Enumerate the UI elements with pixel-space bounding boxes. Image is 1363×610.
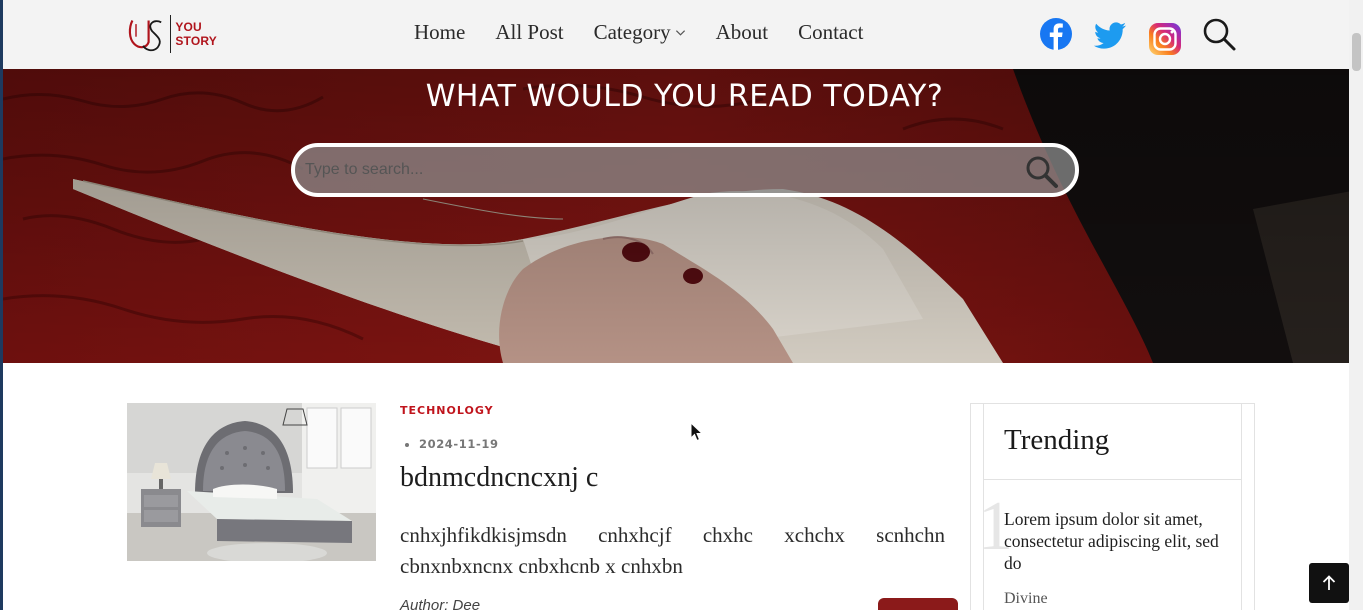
post-thumbnail[interactable] bbox=[127, 403, 376, 561]
logo-divider bbox=[170, 15, 172, 53]
nav-category[interactable]: Category bbox=[594, 20, 686, 45]
twitter-icon[interactable] bbox=[1092, 16, 1128, 56]
site-header: YOU STORY Home All Post Category About C… bbox=[3, 0, 1363, 69]
trending-item-author: Divine bbox=[1004, 590, 1048, 607]
post-category-tag[interactable]: TECHNOLOGY bbox=[400, 404, 494, 417]
nav-all-post-label: All Post bbox=[495, 20, 564, 44]
nav-about-label: About bbox=[715, 20, 769, 44]
logo-text: YOU STORY bbox=[175, 20, 217, 48]
post-author: Author: Dee bbox=[400, 597, 481, 610]
scrollbar-thumb[interactable] bbox=[1352, 33, 1361, 71]
nav-home[interactable]: Home bbox=[414, 20, 465, 45]
arrow-up-icon bbox=[1322, 575, 1336, 590]
trending-item-title[interactable]: Lorem ipsum dolor sit amet, consectetur … bbox=[1004, 508, 1229, 574]
facebook-icon[interactable] bbox=[1039, 16, 1073, 56]
hero-search-input[interactable] bbox=[305, 155, 1005, 185]
hero-banner: WHAT WOULD YOU READ TODAY? bbox=[3, 69, 1363, 363]
hero-search-button[interactable] bbox=[1025, 155, 1059, 189]
date-bullet bbox=[405, 442, 409, 447]
post-date-text: 2024-11-19 bbox=[419, 437, 499, 451]
browser-viewport: YOU STORY Home All Post Category About C… bbox=[0, 0, 1363, 610]
logo-mark-icon bbox=[128, 20, 162, 52]
nav-contact[interactable]: Contact bbox=[798, 20, 863, 45]
mouse-cursor-icon bbox=[690, 422, 704, 442]
nav-contact-label: Contact bbox=[798, 20, 864, 44]
nav-all-post[interactable]: All Post bbox=[495, 20, 563, 45]
search-icon[interactable] bbox=[1201, 16, 1237, 56]
post-excerpt: cnhxjhfikdkisjmsdn cnhxhcjf chxhc xchchx… bbox=[400, 523, 945, 578]
nav-home-label: Home bbox=[414, 20, 466, 44]
site-logo[interactable]: YOU STORY bbox=[127, 12, 217, 56]
hero-search-box bbox=[291, 143, 1079, 197]
instagram-icon[interactable] bbox=[1147, 16, 1183, 56]
nav-about[interactable]: About bbox=[716, 20, 769, 45]
back-to-top-button[interactable] bbox=[1309, 563, 1349, 603]
post-date: 2024-11-19 bbox=[405, 437, 499, 451]
bed-image bbox=[127, 403, 376, 561]
nav-category-label: Category bbox=[593, 20, 671, 44]
main-nav: Home All Post Category About Contact bbox=[414, 20, 893, 45]
page-scrollbar[interactable] bbox=[1349, 0, 1363, 610]
logo-line-2: STORY bbox=[175, 34, 217, 48]
hero-title: WHAT WOULD YOU READ TODAY? bbox=[425, 79, 944, 114]
chevron-down-icon bbox=[675, 30, 685, 36]
read-more-button[interactable] bbox=[878, 598, 958, 610]
logo-line-1: YOU bbox=[175, 20, 202, 34]
trending-title: Trending bbox=[1004, 424, 1110, 456]
post-title[interactable]: bdnmcdncncxnj c bbox=[400, 462, 598, 494]
